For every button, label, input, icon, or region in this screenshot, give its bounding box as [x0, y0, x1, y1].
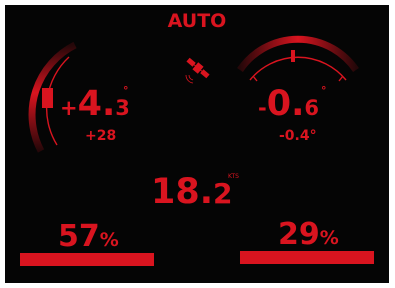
right-gauge-marker	[291, 50, 295, 62]
right-gauge-integer: 0.	[266, 84, 305, 124]
right-percent-bar	[240, 251, 374, 264]
left-gauge-sign: +	[60, 96, 78, 120]
right-gauge-decimal: 6	[304, 96, 319, 120]
right-pitch-gauge	[237, 35, 359, 82]
left-percent-number: 57	[58, 219, 100, 254]
right-gauge-degree: °	[321, 84, 327, 97]
display-screen: AUTO +4.3 ° +28 -0.6 ° -0.4° 18.2 KTS 57…	[5, 5, 389, 283]
right-gauge-sign: -	[258, 96, 267, 120]
left-percent-value: 57%	[58, 222, 119, 252]
left-gauge-sub-value: +28	[85, 128, 117, 144]
right-percent-value: 29%	[278, 220, 339, 250]
speed-integer: 18.	[151, 172, 214, 212]
left-percent-unit: %	[99, 229, 119, 251]
right-percent-number: 29	[278, 217, 320, 252]
right-gauge-value: -0.6	[258, 87, 319, 122]
left-gauge-decimal: 3	[115, 96, 130, 120]
right-gauge-sub-value: -0.4°	[279, 128, 317, 144]
left-gauge-value: +4.3	[60, 87, 130, 122]
speed-unit: KTS	[228, 173, 239, 180]
right-percent-unit: %	[319, 227, 339, 249]
left-gauge-marker	[42, 88, 53, 108]
left-percent-bar	[20, 253, 154, 266]
boat-speed-value: 18.2	[151, 175, 233, 210]
left-gauge-degree: °	[123, 84, 129, 97]
left-gauge-integer: 4.	[77, 84, 116, 124]
speed-decimal: 2	[213, 177, 233, 210]
